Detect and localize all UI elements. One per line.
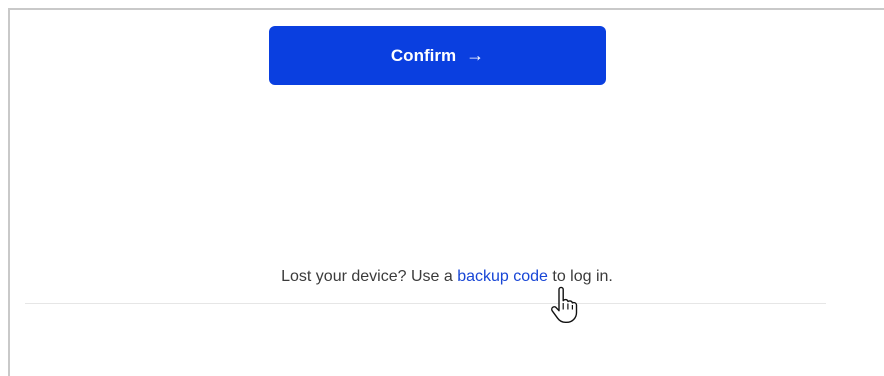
arrow-right-icon: → [466,45,485,65]
backup-prefix-text: Lost your device? Use a [281,268,458,285]
confirm-button[interactable]: Confirm → [269,26,606,85]
hand-pointer-icon [551,286,578,323]
confirm-button-label: Confirm [390,45,457,65]
login-panel: Confirm → Lost your device? Use a backup… [8,8,884,376]
backup-suffix-text: to log in. [547,268,613,285]
divider [25,303,826,304]
backup-code-message: Lost your device? Use a backup code to l… [10,268,884,286]
backup-code-link[interactable]: backup code [457,268,548,285]
